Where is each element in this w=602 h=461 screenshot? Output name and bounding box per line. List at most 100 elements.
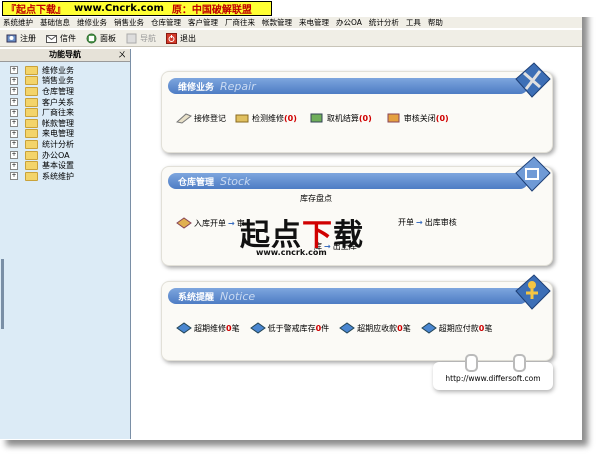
notice-payable-link[interactable]: 超期应付款 [439, 323, 479, 334]
menu-item[interactable]: 来电管理 [299, 17, 329, 28]
nav-button[interactable]: 导航 [126, 33, 156, 44]
sidebar-item-customers[interactable]: + 客户关系 [0, 97, 130, 108]
banner-note: 原：中国破解联盟 [171, 5, 252, 16]
folder-icon [25, 171, 38, 181]
stock-box-icon [512, 153, 552, 193]
nav-icon [126, 33, 137, 44]
sidebar-item-settings[interactable]: + 基本设置 [0, 160, 130, 171]
sidebar-item-office[interactable]: + 办公OA [0, 150, 130, 161]
notice-unit: 笔 [484, 323, 493, 333]
notice-low-stock-link[interactable]: 低于警戒库存 [268, 323, 316, 334]
menu-item[interactable]: 基础信息 [40, 17, 70, 28]
notice-unit: 件 [321, 323, 330, 333]
menu-item[interactable]: 工具 [406, 17, 421, 28]
menu-item[interactable]: 厂商往来 [225, 17, 255, 28]
logout-label: 注册 [20, 33, 36, 43]
check-icon [234, 112, 250, 124]
pin-icon[interactable]: ㄨ [118, 49, 126, 61]
nav-tree: + 维修业务 + 销售业务 + 仓库管理 + 客户关系 + 厂商往来 + 帐款管理 + 来电管… [0, 62, 130, 182]
banner-url: www.Cncrk.com [74, 3, 164, 14]
expand-icon[interactable]: + [10, 129, 18, 138]
sidebar-item-vendors[interactable]: + 厂商往来 [0, 107, 130, 118]
footer-card[interactable]: http://www.differsoft.com [433, 354, 553, 390]
logout-button[interactable]: 注册 [6, 33, 36, 44]
repair-check-link[interactable]: 检测维修 [252, 113, 284, 124]
menu-item[interactable]: 帐款管理 [262, 17, 292, 28]
stock-in-link[interactable]: 入库开单 [194, 218, 226, 229]
sidebar-item-system[interactable]: + 系统维护 [0, 171, 130, 182]
sidebar-item-calls[interactable]: + 来电管理 [0, 129, 130, 140]
sidebar-item-sales[interactable]: + 销售业务 [0, 76, 130, 87]
splitter-handle[interactable] [1, 259, 4, 329]
toolbar: 注册 信件 面板 导航 退出 [0, 29, 582, 47]
mail-label: 信件 [60, 33, 76, 43]
folder-icon [25, 129, 38, 139]
notice-receivable-link[interactable]: 超期应收款 [357, 323, 397, 334]
expand-icon[interactable]: + [10, 172, 18, 181]
sidebar-item-label: 销售业务 [42, 76, 74, 86]
notice-icon [249, 322, 266, 334]
notice-icon [420, 322, 437, 334]
expand-icon[interactable]: + [10, 87, 18, 96]
folder-icon [25, 139, 38, 149]
notice-unit: 笔 [231, 323, 240, 333]
repair-settle-link[interactable]: 取机结算 [327, 113, 359, 124]
sidebar-item-label: 来电管理 [42, 129, 74, 139]
expand-icon[interactable]: + [10, 98, 18, 107]
stock-check-link[interactable]: 库存盘点 [300, 193, 332, 204]
repair-actions: 接修登记 检测维修 (0) 取机结算 (0) 审核关闭 (0) [175, 112, 449, 124]
sidebar-item-repair[interactable]: + 维修业务 [0, 65, 130, 76]
panel-icon [86, 33, 97, 44]
menu-item[interactable]: 办公OA [336, 17, 362, 28]
user-icon [6, 33, 17, 44]
settle-icon [309, 112, 325, 124]
ring-icon [465, 354, 478, 372]
notice-items: 超期维修 0 笔 低于警戒库存 0 件 超期应收款 0 笔 超期应付款 0 笔 [176, 322, 492, 334]
mail-icon [46, 33, 57, 44]
repair-register-link[interactable]: 接修登记 [194, 113, 226, 124]
folder-icon [25, 86, 38, 96]
notice-icon [339, 322, 356, 334]
menu-item[interactable]: 仓库管理 [151, 17, 181, 28]
notice-title-en: Notice [220, 289, 256, 303]
menu-item[interactable]: 统计分析 [369, 17, 399, 28]
notice-unit: 笔 [402, 323, 411, 333]
sidebar-item-label: 客户关系 [42, 97, 74, 107]
sidebar-item-warehouse[interactable]: + 仓库管理 [0, 86, 130, 97]
notice-person-icon [512, 271, 552, 311]
menu-item[interactable]: 系统维护 [3, 17, 33, 28]
menu-item[interactable]: 销售业务 [114, 17, 144, 28]
sidebar-item-label: 系统维护 [42, 171, 74, 181]
watermark-text-c: 载 [333, 218, 364, 253]
expand-icon[interactable]: + [10, 161, 18, 170]
mail-button[interactable]: 信件 [46, 33, 76, 44]
panel-button[interactable]: 面板 [86, 33, 116, 44]
expand-icon[interactable]: + [10, 140, 18, 149]
repair-tools-icon [512, 59, 552, 99]
ring-icon [513, 354, 526, 372]
notice-overdue-repair-link[interactable]: 超期维修 [194, 323, 226, 334]
expand-icon[interactable]: + [10, 76, 18, 85]
menu-item[interactable]: 维修业务 [77, 17, 107, 28]
expand-icon[interactable]: + [10, 119, 18, 128]
footer-url-link[interactable]: http://www.differsoft.com [445, 374, 540, 383]
expand-icon[interactable]: + [10, 108, 18, 117]
stock-check-label: 库存盘点 [300, 194, 332, 203]
stock-in-icon [176, 217, 192, 229]
notice-title: 系统提醒 [178, 292, 215, 303]
exit-icon [166, 32, 177, 44]
sidebar-item-stats[interactable]: + 统计分析 [0, 139, 130, 150]
expand-icon[interactable]: + [10, 66, 18, 75]
stock-out-review-link[interactable]: 出库审核 [425, 217, 457, 228]
sidebar-item-label: 仓库管理 [42, 86, 74, 96]
register-icon [175, 112, 192, 124]
exit-button[interactable]: 退出 [166, 32, 196, 44]
sidebar-item-accounts[interactable]: + 帐款管理 [0, 118, 130, 129]
nav-label: 导航 [140, 33, 156, 43]
stock-out-link[interactable]: 开单 [398, 217, 414, 228]
menu-item[interactable]: 客户管理 [188, 17, 218, 28]
stock-title-en: Stock [220, 174, 251, 188]
expand-icon[interactable]: + [10, 151, 18, 160]
menu-item[interactable]: 帮助 [428, 17, 443, 28]
repair-review-link[interactable]: 审核关闭 [404, 113, 436, 124]
